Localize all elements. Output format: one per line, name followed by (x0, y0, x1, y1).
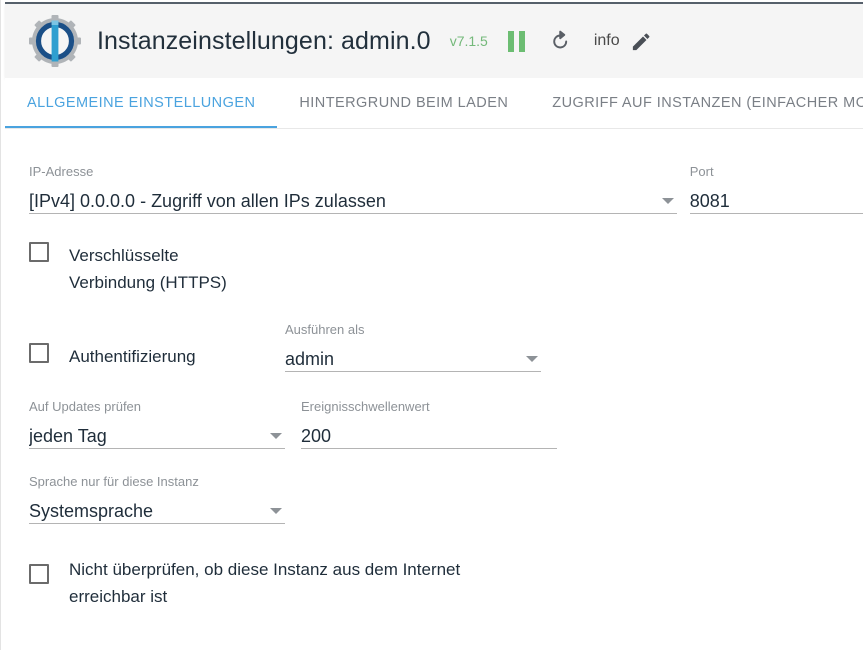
authentication-label[interactable]: Authentifizierung (69, 343, 196, 370)
info-label[interactable]: info (594, 32, 620, 50)
run-as-select[interactable]: Ausführen als admin (285, 321, 541, 374)
refresh-icon (553, 30, 567, 49)
tab-allgemeine-einstellungen[interactable]: ALLGEMEINE EINSTELLUNGEN (5, 78, 278, 128)
row-language: Sprache nur für diese Instanz Systemspra… (29, 473, 863, 526)
page-title: Instanzeinstellungen: admin.0 (97, 26, 431, 55)
no-internet-check-checkbox[interactable] (29, 564, 49, 584)
https-label-line2: Verbindung (HTTPS) (69, 273, 227, 292)
authentication-checkbox[interactable] (29, 343, 49, 363)
tab-zugriff-auf-instanzen[interactable]: ZUGRIFF AUF INSTANZEN (EINFACHER MODUS) (530, 78, 863, 128)
row-updates-threshold: Auf Updates prüfen jeden Tag Ereignissch… (29, 398, 863, 451)
chevron-down-icon (270, 508, 282, 514)
pause-icon (507, 30, 528, 52)
port-label: Port (689, 164, 714, 179)
event-threshold-input[interactable]: Ereignisschwellenwert 200 (301, 398, 557, 451)
settings-form: IP-Adresse [IPv4] 0.0.0.0 - Zugriff von … (5, 129, 863, 650)
version-badge: v7.1.5 (449, 33, 488, 49)
row-ip-port: IP-Adresse [IPv4] 0.0.0.0 - Zugriff von … (29, 163, 863, 216)
iobroker-gear-logo-icon (29, 15, 81, 67)
edit-button[interactable] (630, 30, 653, 53)
row-auth-runas: Authentifizierung Ausführen als admin (29, 321, 863, 374)
port-input[interactable]: Port 8081 (689, 163, 863, 216)
no-internet-check-label[interactable]: Nicht überprüfen, ob diese Instanz aus d… (69, 556, 460, 610)
no-internet-check-row[interactable]: Nicht überprüfen, ob diese Instanz aus d… (29, 556, 863, 610)
chevron-down-icon (526, 356, 538, 362)
port-value: 8081 (689, 191, 730, 211)
https-label-line1: Verschlüsselte (69, 246, 179, 265)
tab-label: ZUGRIFF AUF INSTANZEN (EINFACHER MODUS) (552, 95, 863, 111)
chevron-down-icon (661, 198, 674, 204)
run-as-value: admin (285, 349, 335, 369)
ip-address-select[interactable]: IP-Adresse [IPv4] 0.0.0.0 - Zugriff von … (29, 163, 677, 216)
check-updates-label: Auf Updates prüfen (29, 399, 142, 414)
check-updates-select[interactable]: Auf Updates prüfen jeden Tag (29, 398, 285, 451)
no-internet-check-label-line1: Nicht überprüfen, ob diese Instanz aus d… (69, 560, 461, 579)
instance-settings-window: Instanzeinstellungen: admin.0 v7.1.5 inf… (0, 0, 863, 650)
pencil-edit-icon (632, 33, 650, 50)
authentication-checkbox-row[interactable]: Authentifizierung (29, 321, 285, 370)
language-select[interactable]: Sprache nur für diese Instanz Systemspra… (29, 473, 285, 526)
pause-button[interactable] (507, 30, 528, 52)
ip-address-value: [IPv4] 0.0.0.0 - Zugriff von allen IPs z… (29, 191, 386, 211)
https-checkbox-row[interactable]: Verschlüsselte Verbindung (HTTPS) (29, 242, 863, 296)
language-value: Systemsprache (29, 501, 154, 521)
event-threshold-value: 200 (301, 426, 332, 446)
titlebar: Instanzeinstellungen: admin.0 v7.1.5 inf… (5, 2, 863, 78)
tab-hintergrund-beim-laden[interactable]: HINTERGRUND BEIM LADEN (277, 78, 530, 128)
tab-bar: ALLGEMEINE EINSTELLUNGEN HINTERGRUND BEI… (5, 78, 863, 129)
chevron-down-icon (270, 433, 282, 439)
event-threshold-label: Ereignisschwellenwert (301, 399, 430, 414)
https-checkbox[interactable] (29, 242, 49, 262)
tab-label: ALLGEMEINE EINSTELLUNGEN (27, 95, 256, 111)
tab-label: HINTERGRUND BEIM LADEN (299, 95, 509, 111)
check-updates-value: jeden Tag (29, 426, 107, 446)
reload-button[interactable] (548, 29, 572, 53)
no-internet-check-label-line2: erreichbar ist (69, 587, 168, 606)
run-as-label: Ausführen als (285, 322, 365, 337)
ip-address-label: IP-Adresse (29, 164, 94, 179)
language-label: Sprache nur für diese Instanz (29, 474, 199, 489)
https-label[interactable]: Verschlüsselte Verbindung (HTTPS) (69, 242, 227, 296)
